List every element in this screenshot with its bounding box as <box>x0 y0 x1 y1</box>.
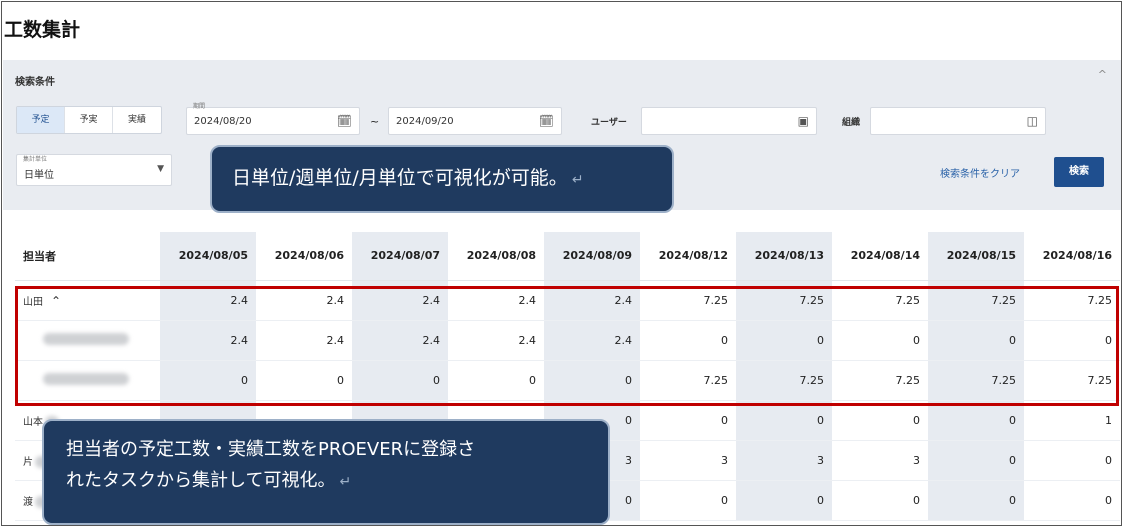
return-mark: ↵ <box>339 474 352 490</box>
hours-cell: 3 <box>736 440 832 481</box>
highlight-box <box>15 286 1119 406</box>
assignee-name: 山本 <box>23 416 43 428</box>
user-picker-icon[interactable]: ▣ <box>798 114 809 128</box>
period-label: 期間 <box>193 103 206 110</box>
panel-icon[interactable]: ◫ <box>1027 114 1038 128</box>
date-to-field[interactable]: 2024/09/20 🗓 <box>388 107 562 135</box>
user-label: ユーザー <box>591 118 627 128</box>
clear-filters-link[interactable]: 検索条件をクリア <box>940 165 1020 180</box>
tab-plan[interactable]: 予定 <box>17 107 65 133</box>
column-header-date: 2024/08/13 <box>736 232 832 281</box>
hours-cell: 0 <box>736 400 832 441</box>
hours-cell: 0 <box>928 400 1024 441</box>
tab-plan-vs-actual[interactable]: 予実 <box>65 107 113 133</box>
date-from-value: 2024/08/20 <box>194 116 252 127</box>
unit-select[interactable]: 集計単位 日単位 ▼ <box>16 154 172 186</box>
hours-cell: 1 <box>1024 400 1120 441</box>
hours-cell: 3 <box>832 440 928 481</box>
mode-segmented-control: 予定 予実 実績 <box>16 106 162 134</box>
assignee-name: 渡 <box>23 496 33 508</box>
collapse-icon[interactable]: ^ <box>1098 68 1107 81</box>
date-separator: ~ <box>370 115 380 128</box>
hours-cell: 0 <box>928 440 1024 481</box>
column-header-date: 2024/08/14 <box>832 232 928 281</box>
hours-cell: 0 <box>1024 480 1120 521</box>
date-to-value: 2024/09/20 <box>396 116 454 127</box>
callout-bottom: 担当者の予定工数・実績工数をPROEVERに登録さ れたタスクから集計して可視化… <box>42 419 610 525</box>
hours-cell: 0 <box>928 480 1024 521</box>
screenshot-frame: 工数集計 検索条件 ^ 予定 予実 実績 期間 2024/08/20 🗓 ~ 2… <box>1 1 1122 526</box>
calendar-icon[interactable]: 🗓 <box>337 114 352 128</box>
column-header-date: 2024/08/09 <box>544 232 640 281</box>
hours-cell: 0 <box>832 480 928 521</box>
column-header-date: 2024/08/07 <box>352 232 448 281</box>
org-label: 組織 <box>842 118 861 128</box>
tab-actual[interactable]: 実績 <box>113 107 161 133</box>
calendar-icon[interactable]: 🗓 <box>539 114 554 128</box>
column-header-date: 2024/08/06 <box>256 232 352 281</box>
column-header-date: 2024/08/12 <box>640 232 736 281</box>
return-mark: ↵ <box>571 172 584 188</box>
callout-top: 日単位/週単位/月単位で可視化が可能。 ↵ <box>210 145 674 213</box>
search-button[interactable]: 検索 <box>1054 157 1104 187</box>
date-from-field[interactable]: 期間 2024/08/20 🗓 <box>186 103 360 135</box>
org-field[interactable]: ◫ <box>870 107 1046 135</box>
hours-cell: 0 <box>640 400 736 441</box>
callout-bottom-line2: れたタスクから集計して可視化。 <box>66 470 336 491</box>
column-header-assignee: 担当者 <box>15 232 160 281</box>
callout-top-text: 日単位/週単位/月単位で可視化が可能。 <box>232 167 568 189</box>
hours-cell: 3 <box>640 440 736 481</box>
column-header-date: 2024/08/05 <box>160 232 256 281</box>
hours-cell: 0 <box>832 400 928 441</box>
column-header-date: 2024/08/15 <box>928 232 1024 281</box>
column-header-date: 2024/08/08 <box>448 232 544 281</box>
hours-cell: 0 <box>640 480 736 521</box>
hours-cell: 0 <box>1024 440 1120 481</box>
unit-label: 集計単位 <box>23 156 48 163</box>
user-field[interactable]: ▣ <box>641 107 817 135</box>
callout-bottom-line1: 担当者の予定工数・実績工数をPROEVERに登録さ <box>66 439 476 460</box>
page-title: 工数集計 <box>4 19 81 41</box>
column-header-date: 2024/08/16 <box>1024 232 1120 281</box>
table-header-row: 担当者 2024/08/05 2024/08/06 2024/08/07 202… <box>15 232 1120 281</box>
assignee-name: 片 <box>23 456 33 468</box>
hours-cell: 0 <box>736 480 832 521</box>
unit-value: 日単位 <box>24 170 54 181</box>
chevron-down-icon: ▼ <box>157 164 164 174</box>
filter-title: 検索条件 <box>15 77 55 88</box>
